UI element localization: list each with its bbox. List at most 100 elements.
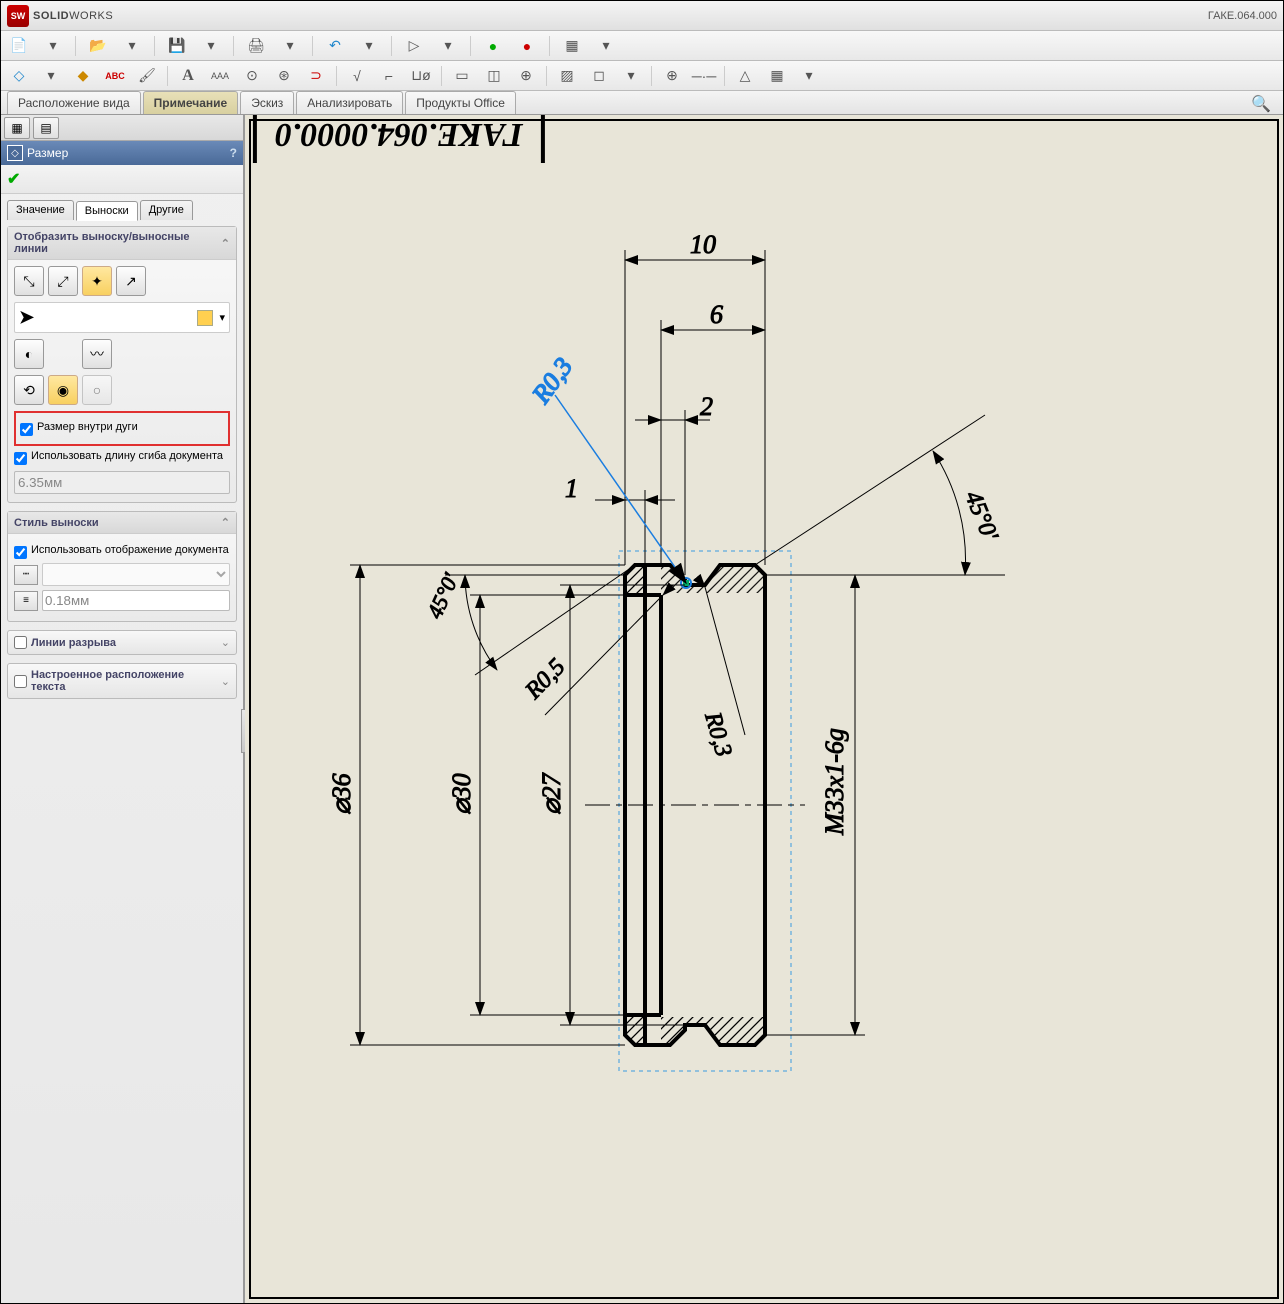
tab-sketch[interactable]: Эскиз [240, 91, 294, 114]
section-header[interactable]: Отобразить выноску/выносные линии ⌃ [8, 227, 236, 260]
print-button[interactable]: 🖨 [244, 34, 268, 58]
subtab-value[interactable]: Значение [7, 200, 74, 220]
dropdown-icon[interactable]: ▾ [278, 34, 302, 58]
geometric-tolerance-icon[interactable]: ▭ [450, 64, 474, 88]
custom-text-section[interactable]: Настроенное расположение текста ⌄ [7, 663, 237, 699]
document-title: ГАКЕ.064.000 [1208, 10, 1277, 22]
checkbox-custom-text[interactable] [14, 675, 27, 688]
svg-text:⌀27: ⌀27 [537, 772, 566, 815]
dropdown-icon[interactable]: ▾ [39, 64, 63, 88]
auto-balloon-icon[interactable]: ⊛ [272, 64, 296, 88]
block-icon[interactable]: ◻ [587, 64, 611, 88]
datum-target-icon[interactable]: ⊕ [514, 64, 538, 88]
subtab-other[interactable]: Другие [140, 200, 193, 220]
svg-text:⌀36: ⌀36 [327, 773, 356, 815]
checkbox-inside-arc[interactable] [20, 423, 33, 436]
app-name: SOLIDWORKS [33, 10, 113, 22]
dropdown-icon[interactable]: ▾ [619, 64, 643, 88]
dropdown-icon[interactable]: ▾ [594, 34, 618, 58]
leader-style-section: Стиль выноски ⌃ Использовать отображение… [7, 511, 237, 622]
dimension-selected[interactable]: R0,3 [526, 352, 686, 583]
center-mark-icon[interactable]: ⊕ [660, 64, 684, 88]
weld-symbol-icon[interactable]: ⌐ [377, 64, 401, 88]
collapse-icon[interactable]: ⌃ [221, 516, 230, 529]
property-subtabs: Значение Выноски Другие [1, 194, 243, 220]
feature-manager-tab[interactable]: ▦ [4, 117, 30, 139]
new-button[interactable]: 📄 [7, 34, 31, 58]
revision-icon[interactable]: △ [733, 64, 757, 88]
undo-button[interactable]: ↶ [323, 34, 347, 58]
dropdown-icon[interactable]: ▾ [120, 34, 144, 58]
checkbox-label: Использовать длину сгиба документа [31, 450, 223, 462]
leader-directed-icon[interactable]: ↗ [116, 266, 146, 296]
leader-outside-icon[interactable]: ⤡ [14, 266, 44, 296]
app-logo: SW [7, 5, 29, 27]
dropdown-icon[interactable]: ▾ [436, 34, 460, 58]
balloon-icon[interactable]: ⊙ [240, 64, 264, 88]
arc-min-icon[interactable]: ⟲ [14, 375, 44, 405]
line-style-icon: ┉ [14, 565, 38, 585]
smart-dimension-icon[interactable]: ◇ [7, 64, 31, 88]
highlighted-option: Размер внутри дуги [14, 411, 230, 446]
dimension: 45°0' [755, 415, 1005, 575]
open-button[interactable]: 📂 [86, 34, 110, 58]
dropdown-icon[interactable]: ▾ [41, 34, 65, 58]
line-thickness-input [42, 590, 230, 611]
ok-button[interactable]: ✔ [7, 171, 20, 188]
leader-inside-icon[interactable]: ⤢ [48, 266, 78, 296]
dimension: R0,3 [699, 581, 745, 760]
help-button[interactable]: ? [230, 146, 237, 160]
hole-callout-icon[interactable]: ⊔ø [409, 64, 433, 88]
tables-icon[interactable]: ▦ [765, 64, 789, 88]
svg-text:2: 2 [700, 392, 713, 421]
checkbox-use-doc-display[interactable] [14, 546, 27, 559]
arc-condition-icon[interactable]: ◐ [14, 339, 44, 369]
drawing-canvas[interactable]: ГАКЕ.064.0000.0 [245, 115, 1283, 1303]
spell-check-icon[interactable]: ABC [103, 64, 127, 88]
model-items-icon[interactable]: ◆ [71, 64, 95, 88]
dropdown-icon[interactable]: ▾ [219, 311, 225, 324]
leader-smart-icon[interactable]: ✦ [82, 266, 112, 296]
collapse-icon[interactable]: ⌃ [221, 237, 230, 250]
subtab-leaders[interactable]: Выноски [76, 201, 138, 221]
select-button[interactable]: ▷ [402, 34, 426, 58]
format-painter-icon[interactable]: 🖌 [135, 64, 159, 88]
arc-center-icon[interactable]: ◉ [48, 375, 78, 405]
svg-text:M33x1-6g: M33x1-6g [820, 728, 849, 836]
tab-annotation[interactable]: Примечание [143, 91, 239, 114]
tab-office[interactable]: Продукты Office [405, 91, 516, 114]
dropdown-icon[interactable]: ▾ [199, 34, 223, 58]
dimension-icon: ◇ [7, 145, 23, 161]
arc-max-icon[interactable]: ○ [82, 375, 112, 405]
checkbox-break-lines[interactable] [14, 636, 27, 649]
use-doc-icon [197, 310, 213, 326]
dropdown-icon[interactable]: ▾ [357, 34, 381, 58]
surface-finish-icon[interactable]: √ [345, 64, 369, 88]
traffic-red-icon[interactable]: ● [515, 34, 539, 58]
save-button[interactable]: 💾 [165, 34, 189, 58]
centerline-icon[interactable]: ─·─ [692, 64, 716, 88]
datum-feature-icon[interactable]: ◫ [482, 64, 506, 88]
dropdown-icon[interactable]: ▾ [797, 64, 821, 88]
section-header[interactable]: Стиль выноски ⌃ [8, 512, 236, 534]
area-hatch-icon[interactable]: ▨ [555, 64, 579, 88]
linear-note-icon[interactable]: AAA [208, 64, 232, 88]
section-title: Стиль выноски [14, 517, 99, 529]
expand-icon[interactable]: ⌄ [221, 675, 230, 688]
magnet-icon[interactable]: ⊃ [304, 64, 328, 88]
expand-icon[interactable]: ⌄ [221, 636, 230, 649]
break-lines-section[interactable]: Линии разрыва ⌄ [7, 630, 237, 655]
arrow-style-selector[interactable]: ➤ ▾ [14, 302, 230, 333]
property-manager-tab[interactable]: ▤ [33, 117, 59, 139]
title-bar: SW SOLIDWORKS ГАКЕ.064.000 [1, 1, 1283, 31]
dimension: R0,5 [520, 585, 673, 715]
checkbox-use-bend[interactable] [14, 452, 27, 465]
tab-view-layout[interactable]: Расположение вида [7, 91, 141, 114]
custom-text-icon[interactable]: 〰 [82, 339, 112, 369]
traffic-green-icon[interactable]: ● [481, 34, 505, 58]
zoom-fit-icon[interactable]: 🔍 [1251, 94, 1271, 114]
note-icon[interactable]: A [176, 64, 200, 88]
tab-evaluate[interactable]: Анализировать [296, 91, 403, 114]
dimension: 45°0' [422, 565, 635, 675]
options-button[interactable]: ▦ [560, 34, 584, 58]
